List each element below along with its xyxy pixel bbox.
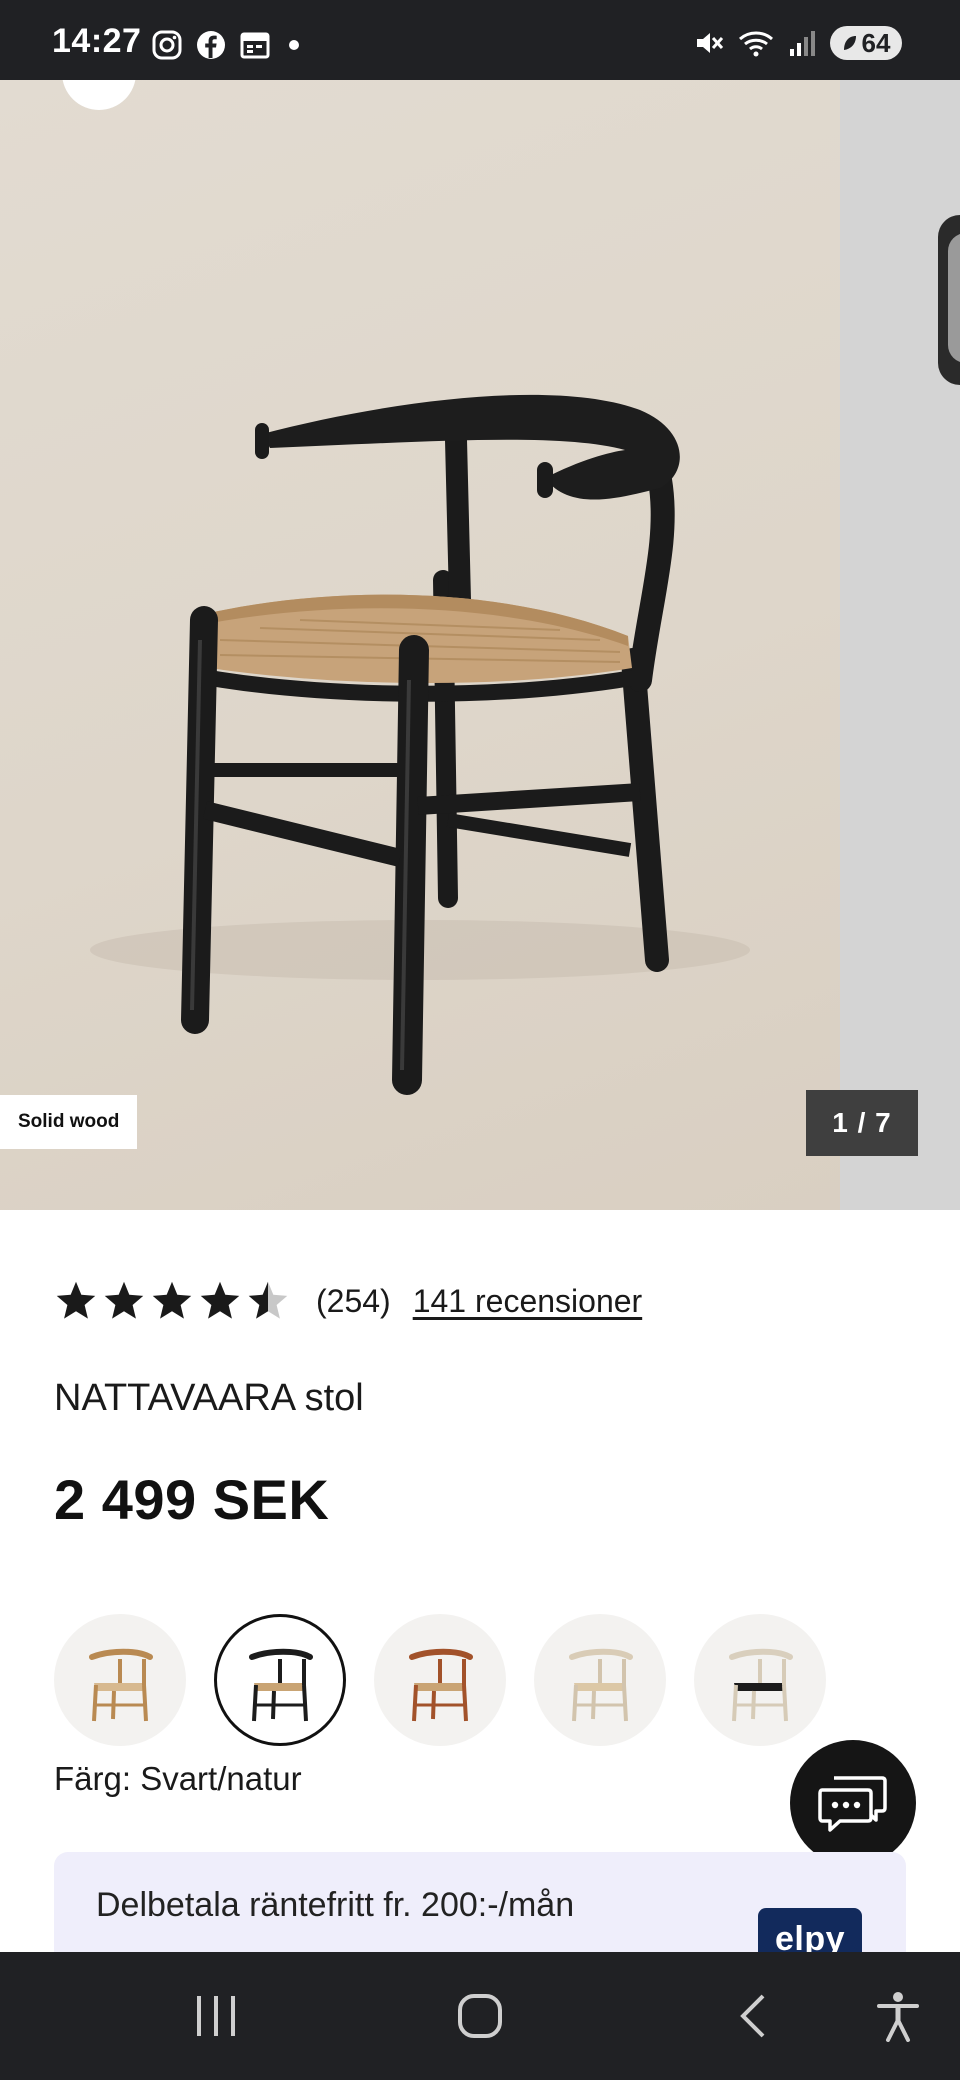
recent-apps-icon bbox=[197, 1996, 235, 2036]
product-title: NATTAVAARA stol bbox=[54, 1377, 364, 1419]
reviews-link[interactable]: 141 recensioner bbox=[413, 1283, 642, 1320]
star-icon bbox=[104, 1281, 144, 1319]
wifi-icon bbox=[739, 31, 773, 57]
chair-thumbnail bbox=[409, 1648, 473, 1722]
system-nav-bar bbox=[0, 1952, 960, 2080]
back-button[interactable] bbox=[722, 1986, 782, 2046]
next-image-peek[interactable] bbox=[840, 80, 960, 1210]
next-image-chair bbox=[938, 215, 960, 385]
image-counter: 1 / 7 bbox=[806, 1090, 918, 1156]
status-time: 14:27 bbox=[52, 22, 142, 60]
facebook-icon bbox=[197, 31, 225, 59]
battery-indicator: 64 bbox=[830, 26, 902, 60]
chair-photo bbox=[90, 394, 750, 1095]
chair-thumbnail bbox=[569, 1648, 633, 1722]
rating-count: (254) bbox=[316, 1282, 391, 1319]
chair-thumbnail bbox=[89, 1648, 153, 1722]
color-swatch-cherry[interactable] bbox=[374, 1614, 506, 1746]
status-bar: 14:27 64 bbox=[0, 0, 960, 80]
chair-thumbnail bbox=[729, 1648, 793, 1722]
calendar-icon bbox=[240, 32, 270, 59]
star-icon bbox=[200, 1281, 240, 1319]
material-badge: Solid wood bbox=[0, 1095, 138, 1149]
selected-color-label: Färg: Svart/natur bbox=[54, 1760, 302, 1797]
dot-icon bbox=[289, 40, 299, 50]
recent-apps-button[interactable] bbox=[186, 1986, 246, 2046]
accessibility-icon bbox=[877, 1992, 919, 2042]
chat-button[interactable] bbox=[790, 1740, 916, 1866]
half-star-icon bbox=[248, 1281, 288, 1319]
installment-text: Delbetala räntefritt fr. 200:-/mån bbox=[96, 1886, 575, 1924]
star-rating bbox=[54, 1279, 290, 1323]
accessibility-button[interactable] bbox=[868, 1986, 928, 2046]
product-gallery[interactable]: Solid wood 1 / 7 bbox=[0, 80, 960, 1210]
color-swatch-white-black[interactable] bbox=[694, 1614, 826, 1746]
color-swatch-black-natural[interactable] bbox=[214, 1614, 346, 1746]
status-left-icons bbox=[152, 30, 304, 60]
back-icon bbox=[740, 1994, 765, 2038]
product-price: 2 499 SEK bbox=[54, 1468, 330, 1531]
chair-thumbnail bbox=[249, 1648, 313, 1722]
product-image[interactable] bbox=[0, 80, 840, 1210]
color-swatch-white-natural[interactable] bbox=[534, 1614, 666, 1746]
star-icon bbox=[56, 1281, 96, 1319]
color-swatches bbox=[54, 1614, 826, 1746]
battery-leaf-icon bbox=[843, 36, 856, 50]
rating-row[interactable]: (254) 141 recensioner bbox=[54, 1276, 642, 1326]
home-button[interactable] bbox=[450, 1986, 510, 2046]
instagram-icon bbox=[152, 30, 182, 60]
color-swatch-natural[interactable] bbox=[54, 1614, 186, 1746]
mute-icon bbox=[697, 33, 724, 53]
chat-icon bbox=[818, 1776, 887, 1832]
home-icon bbox=[458, 1994, 502, 2038]
signal-icon bbox=[790, 31, 815, 56]
battery-level: 64 bbox=[861, 27, 891, 58]
status-right-icons: 64 bbox=[694, 26, 902, 60]
star-icon bbox=[152, 1281, 192, 1319]
